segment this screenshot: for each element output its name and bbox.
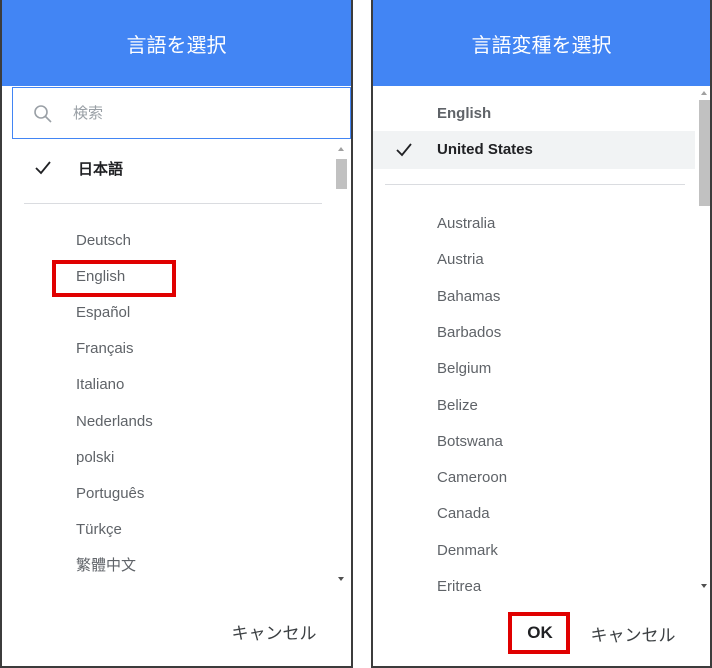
dialog-title: 言語変種を選択	[471, 34, 612, 57]
search-input[interactable]	[73, 88, 333, 138]
variant-option[interactable]: Bahamas	[437, 279, 500, 315]
variant-option[interactable]: Denmark	[437, 533, 498, 569]
language-option[interactable]: Türkçe	[76, 512, 122, 548]
search-box[interactable]	[12, 87, 351, 139]
scroll-up-arrow[interactable]	[338, 147, 344, 151]
cancel-label: キャンセル	[231, 623, 317, 643]
variant-option[interactable]: Belgium	[437, 351, 491, 387]
language-option[interactable]: Italiano	[76, 367, 124, 403]
language-select-dialog: 言語を選択 日本語 DeutschEnglishEspañolFrançaisI…	[0, 0, 353, 668]
dialog-header: 言語を選択	[2, 0, 351, 86]
checkmark-icon	[35, 161, 51, 175]
variant-option[interactable]: Australia	[437, 206, 495, 242]
selected-language-row[interactable]: 日本語	[12, 148, 332, 188]
language-option[interactable]: Deutsch	[76, 223, 131, 259]
divider	[24, 203, 322, 204]
language-option[interactable]: Français	[76, 331, 134, 367]
dialog-title: 言語を選択	[126, 34, 227, 57]
variant-group-label: English	[437, 105, 492, 122]
checkmark-icon	[396, 143, 412, 157]
search-icon	[34, 105, 52, 123]
highlight-ok	[508, 612, 570, 654]
language-variant-dialog: 言語変種を選択 English United States Australia A…	[371, 0, 712, 668]
variant-option[interactable]: Austria	[437, 242, 484, 278]
scroll-down-arrow[interactable]	[338, 577, 344, 581]
variant-option[interactable]: Cameroon	[437, 460, 507, 496]
selected-variant-label: United States	[437, 141, 533, 158]
variant-option[interactable]: Botswana	[437, 424, 503, 460]
scroll-down-arrow[interactable]	[701, 584, 707, 588]
variant-option[interactable]: Barbados	[437, 315, 501, 351]
scroll-thumb[interactable]	[699, 100, 710, 206]
language-option[interactable]: Português	[76, 476, 144, 512]
selected-variant-row[interactable]: United States	[373, 131, 695, 169]
scroll-up-arrow[interactable]	[701, 91, 707, 95]
cancel-label: キャンセル	[590, 625, 676, 645]
language-option[interactable]: polski	[76, 440, 114, 476]
language-option[interactable]: Español	[76, 295, 130, 331]
language-option[interactable]: 繁體中文	[76, 548, 136, 584]
dialog-header: 言語変種を選択	[373, 0, 710, 86]
cancel-button[interactable]: キャンセル	[224, 614, 324, 648]
highlight-english	[52, 260, 176, 297]
variant-option[interactable]: Eritrea	[437, 569, 481, 605]
divider	[385, 184, 685, 185]
language-option[interactable]: Nederlands	[76, 404, 153, 440]
variant-option[interactable]: Belize	[437, 388, 478, 424]
selected-language-label: 日本語	[78, 160, 124, 178]
scrollbar[interactable]	[333, 139, 349, 589]
variant-option[interactable]: Canada	[437, 496, 490, 532]
cancel-button[interactable]: キャンセル	[583, 616, 683, 650]
scroll-thumb[interactable]	[336, 159, 347, 189]
scrollbar[interactable]	[696, 86, 710, 596]
